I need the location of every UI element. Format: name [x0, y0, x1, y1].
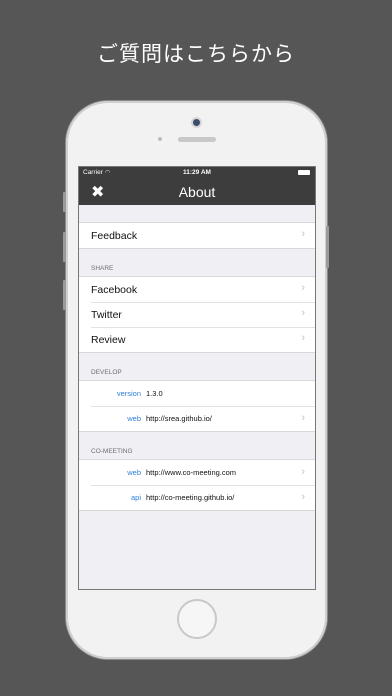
feedback-group: Feedback › — [79, 222, 315, 249]
comeeting-web-row[interactable]: web http://www.co-meeting.com › — [79, 460, 315, 485]
web-key: web — [127, 414, 141, 423]
feedback-label: Feedback — [91, 229, 138, 242]
developer-web-link: http://srea.github.io/ — [146, 414, 212, 423]
comeeting-api-link: http://co-meeting.github.io/ — [146, 493, 235, 502]
comeeting-web-link: http://www.co-meeting.com — [146, 468, 237, 477]
volume-up-button — [63, 192, 66, 212]
review-row[interactable]: Review › — [79, 327, 315, 352]
develop-section-header: DEVELOP — [91, 369, 122, 376]
share-section-header: SHARE — [91, 265, 114, 272]
facebook-label: Facebook — [91, 283, 138, 296]
feedback-row[interactable]: Feedback › — [79, 223, 315, 248]
twitter-row[interactable]: Twitter › — [79, 302, 315, 327]
navigation-bar: ✖ About — [79, 179, 315, 205]
home-button[interactable] — [177, 599, 217, 639]
power-button — [326, 226, 329, 268]
version-key: version — [116, 389, 141, 398]
chevron-right-icon: › — [301, 491, 305, 503]
chevron-right-icon: › — [301, 466, 305, 478]
sensor-dot — [158, 137, 162, 141]
page-title: About — [178, 184, 216, 200]
version-row: version 1.3.0 — [79, 381, 315, 406]
develop-group: version 1.3.0 web http://srea.github.io/… — [79, 380, 315, 432]
api-key: api — [130, 493, 141, 502]
earpiece — [178, 137, 216, 142]
web-key: web — [127, 468, 141, 477]
camera-icon — [193, 119, 200, 126]
status-bar: Carrier ◠ 11:29 AM — [79, 167, 315, 179]
volume-down-button — [63, 232, 66, 262]
facebook-row[interactable]: Facebook › — [79, 277, 315, 302]
comeeting-section-header: CO-MEETING — [91, 448, 133, 455]
version-value: 1.3.0 — [146, 389, 163, 398]
review-label: Review — [91, 333, 126, 346]
chevron-right-icon: › — [301, 228, 305, 240]
chevron-right-icon: › — [301, 282, 305, 294]
developer-web-row[interactable]: web http://srea.github.io/ › — [79, 406, 315, 431]
battery-icon — [298, 170, 310, 175]
mute-switch — [63, 280, 66, 310]
comeeting-api-row[interactable]: api http://co-meeting.github.io/ › — [79, 485, 315, 510]
comeeting-group: web http://www.co-meeting.com › api http… — [79, 459, 315, 511]
chevron-right-icon: › — [301, 412, 305, 424]
chevron-right-icon: › — [301, 307, 305, 319]
chevron-right-icon: › — [301, 332, 305, 344]
app-screen: Carrier ◠ 11:29 AM ✖ About Feedback › SHA… — [78, 166, 316, 590]
twitter-label: Twitter — [91, 308, 122, 321]
status-time: 11:29 AM — [183, 169, 211, 176]
promo-title: ご質問はこちらから — [97, 42, 295, 66]
share-group: Facebook › Twitter › Review › — [79, 276, 315, 353]
